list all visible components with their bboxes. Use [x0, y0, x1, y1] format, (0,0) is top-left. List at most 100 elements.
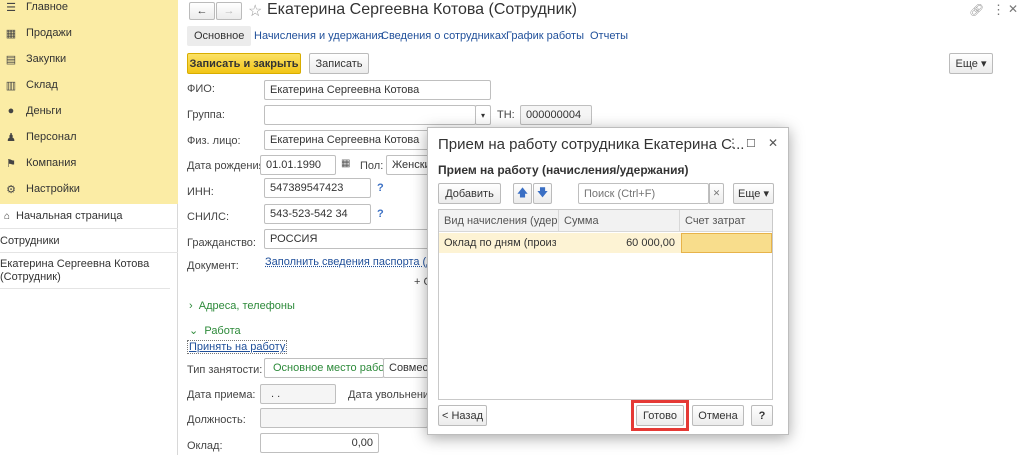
- dialog-more-icon[interactable]: ⋮: [727, 136, 739, 150]
- menu-lines-icon: ☰: [6, 1, 16, 14]
- tab-schedule[interactable]: График работы: [506, 26, 584, 46]
- tab-accruals[interactable]: Начисления и удержания: [254, 26, 384, 46]
- column-header-accrual[interactable]: Вид начисления (удер...: [439, 210, 559, 232]
- work-group-toggle[interactable]: ⌄ Работа: [189, 324, 241, 337]
- nav-current-employee[interactable]: Екатерина Сергеевна Котова (Сотрудник): [0, 253, 170, 289]
- tab-employee-info[interactable]: Сведения о сотрудниках: [381, 26, 506, 46]
- address-group-toggle[interactable]: › Адреса, телефоны: [189, 300, 295, 312]
- menu-item-money[interactable]: ● Деньги: [0, 98, 178, 124]
- clear-icon: ✕: [712, 188, 721, 198]
- tab-reports[interactable]: Отчеты: [590, 26, 628, 46]
- chevron-right-icon: ›: [189, 300, 199, 312]
- shop-icon: ▦: [5, 27, 17, 40]
- employment-other-option[interactable]: Совмес: [383, 358, 429, 378]
- cell-amount[interactable]: 60 000,00: [559, 233, 675, 253]
- coin-icon: ●: [7, 105, 15, 117]
- dialog-done-button[interactable]: Готово: [636, 405, 684, 426]
- dialog-more-button[interactable]: Еще ▾: [733, 183, 774, 204]
- fio-label: ФИО:: [187, 83, 215, 95]
- column-header-cost-account[interactable]: Счет затрат: [680, 210, 772, 232]
- inn-label: ИНН:: [187, 186, 214, 198]
- tn-field[interactable]: 000000004: [520, 105, 592, 125]
- warehouse-icon: ▥: [5, 79, 17, 92]
- calendar-icon[interactable]: ▦: [341, 158, 350, 169]
- page-title: Екатерина Сергеевна Котова (Сотрудник): [267, 1, 577, 18]
- employment-main-option[interactable]: Основное место работы: [264, 358, 384, 378]
- citizenship-label: Гражданство:: [187, 237, 256, 249]
- snils-label: СНИЛС:: [187, 211, 230, 223]
- cart-icon: ▤: [5, 53, 17, 66]
- salary-field[interactable]: 0,00: [260, 433, 379, 453]
- move-up-button[interactable]: 🡅︎: [513, 183, 532, 204]
- salary-label: Оклад:: [187, 440, 223, 452]
- hire-date-label: Дата приема:: [187, 389, 256, 401]
- sex-field[interactable]: Женский: [386, 155, 431, 175]
- star-icon[interactable]: ☆: [248, 1, 262, 21]
- home-icon: ⌂: [4, 210, 11, 222]
- menu-item-settings[interactable]: ⚙ Настройки: [0, 176, 178, 202]
- document-label: Документ:: [187, 260, 239, 272]
- chevron-down-icon: ⌄: [189, 325, 205, 337]
- inn-help-icon[interactable]: ?: [377, 182, 384, 194]
- dismiss-date-label: Дата увольнения:: [348, 389, 439, 401]
- group-field[interactable]: [264, 105, 476, 125]
- menu-item-company[interactable]: ⚑ Компания: [0, 150, 178, 176]
- dialog-add-button[interactable]: Добавить: [438, 183, 501, 204]
- save-button[interactable]: Записать: [309, 53, 369, 74]
- birth-date-label: Дата рождения:: [187, 160, 268, 172]
- cell-cost-account[interactable]: [681, 233, 772, 253]
- nav-employees[interactable]: Сотрудники: [0, 229, 178, 253]
- hire-link[interactable]: Принять на работу: [187, 340, 288, 354]
- person-field[interactable]: Екатерина Сергеевна Котова: [264, 130, 429, 150]
- arrow-up-icon: 🡅︎: [516, 187, 529, 199]
- employment-type-label: Тип занятости:: [187, 364, 263, 376]
- search-clear-button[interactable]: ✕: [709, 183, 724, 204]
- back-button[interactable]: ←: [189, 2, 215, 20]
- snils-help-icon[interactable]: ?: [377, 208, 384, 220]
- position-label: Должность:: [187, 414, 246, 426]
- hire-dialog: Прием на работу сотрудника Екатерина С..…: [427, 127, 789, 435]
- tab-main[interactable]: Основное: [187, 26, 252, 46]
- menu-item-personnel[interactable]: ♟ Персонал: [0, 124, 178, 150]
- accruals-table: Вид начисления (удер... Сумма Счет затра…: [438, 209, 773, 400]
- gear-icon: ⚙: [6, 183, 16, 196]
- dialog-back-button[interactable]: < Назад: [438, 405, 487, 426]
- person-icon: ♟: [6, 131, 16, 144]
- flag-icon: ⚑: [6, 157, 16, 170]
- column-header-amount[interactable]: Сумма: [559, 210, 680, 232]
- dialog-help-button[interactable]: ?: [751, 405, 773, 426]
- cell-accrual[interactable]: Оклад по дням (произ...: [444, 233, 556, 253]
- close-icon[interactable]: ✕: [1008, 2, 1018, 16]
- sidebar: ☰ Главное ▦ Продажи ▤ Закупки ▥ Склад ● Деньг…: [0, 0, 178, 455]
- menu-item-purchases[interactable]: ▤ Закупки: [0, 46, 178, 72]
- tn-label: ТН:: [497, 109, 515, 121]
- dialog-cancel-button[interactable]: Отмена: [692, 405, 744, 426]
- sex-label: Пол:: [360, 160, 384, 172]
- menu-item-main[interactable]: ☰ Главное: [0, 0, 178, 20]
- menu-item-sales[interactable]: ▦ Продажи: [0, 20, 178, 46]
- birth-date-field[interactable]: 01.01.1990: [260, 155, 336, 175]
- link-icon[interactable]: 🔗︎: [969, 3, 984, 17]
- arrow-down-icon: 🡇︎: [536, 187, 549, 199]
- dialog-search-input[interactable]: [578, 183, 709, 204]
- group-dropdown-button[interactable]: ▾: [475, 105, 491, 125]
- position-field[interactable]: [260, 408, 428, 428]
- menu-item-warehouse[interactable]: ▥ Склад: [0, 72, 178, 98]
- more-button[interactable]: Еще ▾: [949, 53, 993, 74]
- group-label: Группа:: [187, 109, 225, 121]
- more-icon[interactable]: ⋮: [992, 2, 1005, 18]
- forward-button[interactable]: →: [216, 2, 242, 20]
- fill-passport-link[interactable]: Заполнить сведения паспорта (друг: [265, 256, 448, 268]
- dialog-close-icon[interactable]: ✕: [768, 136, 778, 150]
- hire-date-field[interactable]: . .: [260, 384, 336, 404]
- save-and-close-button[interactable]: Записать и закрыть: [187, 53, 301, 74]
- table-row[interactable]: Оклад по дням (произ... 60 000,00: [439, 233, 772, 253]
- fio-field[interactable]: Екатерина Сергеевна Котова: [264, 80, 491, 100]
- move-down-button[interactable]: 🡇︎: [533, 183, 552, 204]
- snils-field[interactable]: 543-523-542 34: [264, 204, 371, 224]
- dialog-maximize-icon[interactable]: ☐: [746, 137, 756, 150]
- section-menu: ☰ Главное ▦ Продажи ▤ Закупки ▥ Склад ● Деньг…: [0, 0, 178, 204]
- inn-field[interactable]: 547389547423: [264, 178, 371, 198]
- citizenship-field[interactable]: РОССИЯ: [264, 229, 429, 249]
- nav-home[interactable]: ⌂ Начальная страница: [0, 204, 178, 229]
